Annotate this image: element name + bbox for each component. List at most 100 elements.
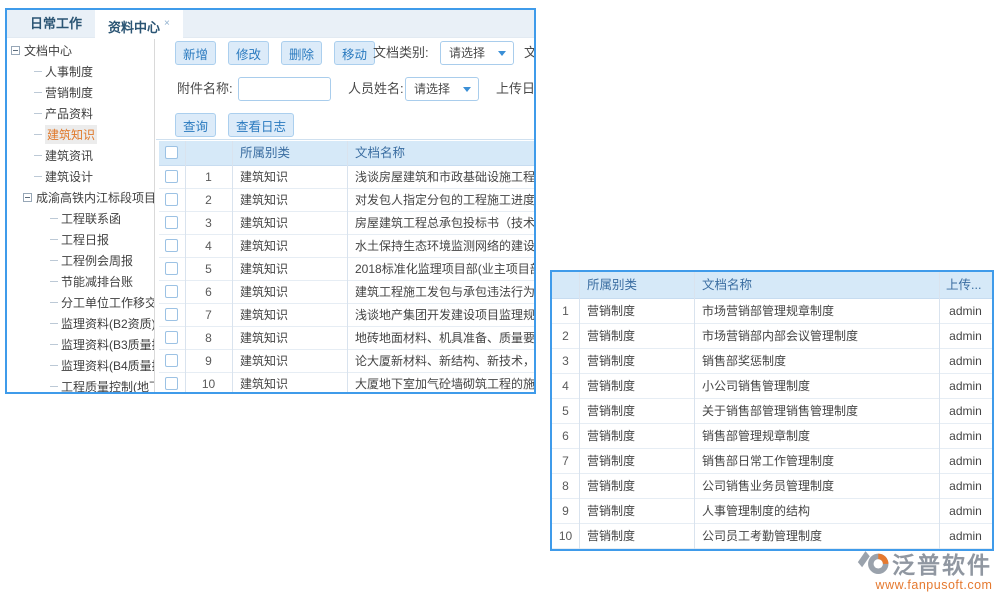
- tree-item[interactable]: 营销制度: [7, 82, 154, 103]
- table-row[interactable]: 6 建筑知识 建筑工程施工发包与承包违法行为认定...: [159, 281, 536, 304]
- collapse-icon[interactable]: [11, 46, 20, 55]
- person-name-select[interactable]: 请选择: [405, 77, 479, 101]
- tree-branch-icon: [50, 386, 58, 387]
- row-checkbox[interactable]: [165, 331, 178, 344]
- close-icon[interactable]: ×: [164, 18, 170, 29]
- row-category: 建筑知识: [240, 258, 288, 281]
- toolbar-button[interactable]: 删除: [281, 41, 322, 65]
- row-category: 营销制度: [587, 349, 635, 374]
- row-doc-name: 论大厦新材料、新结构、新技术，新工...: [355, 350, 536, 373]
- table-row[interactable]: 9 建筑知识 论大厦新材料、新结构、新技术，新工...: [159, 350, 536, 373]
- tree-item[interactable]: 监理资料(B2资质): [7, 313, 154, 334]
- table-row[interactable]: 7 建筑知识 浅谈地产集团开发建设项目监理规划编...: [159, 304, 536, 327]
- table-row[interactable]: 9 营销制度 人事管理制度的结构 admin: [552, 499, 992, 524]
- query-button[interactable]: 查询: [175, 113, 216, 137]
- row-doc-name: 浅谈房屋建筑和市政基础设施工程施工...: [355, 166, 536, 189]
- tree-item[interactable]: 工程联系函: [7, 208, 154, 229]
- tree-item[interactable]: 人事制度: [7, 61, 154, 82]
- select-all-checkbox[interactable]: [165, 146, 178, 159]
- tree-item[interactable]: 工程日报: [7, 229, 154, 250]
- row-category: 营销制度: [587, 499, 635, 524]
- row-index: 2: [552, 324, 579, 349]
- tree-item[interactable]: 建筑设计: [7, 166, 154, 187]
- row-index: 8: [185, 327, 232, 350]
- tab-data-center-label: 资料中心: [108, 20, 160, 35]
- doc-category-select[interactable]: 请选择: [440, 41, 514, 65]
- tree-item[interactable]: 建筑知识: [7, 124, 154, 145]
- table-row[interactable]: 6 营销制度 销售部管理规章制度 admin: [552, 424, 992, 449]
- row-index: 10: [552, 524, 579, 549]
- row-index: 6: [185, 281, 232, 304]
- table-row[interactable]: 7 营销制度 销售部日常工作管理制度 admin: [552, 449, 992, 474]
- row-doc-name: 大厦地下室加气砼墙砌筑工程的施工方...: [355, 373, 536, 392]
- row-index: 7: [552, 449, 579, 474]
- row-category: 营销制度: [587, 474, 635, 499]
- row-category: 营销制度: [587, 374, 635, 399]
- chevron-down-icon: [463, 87, 471, 92]
- row-checkbox[interactable]: [165, 216, 178, 229]
- toolbar-button[interactable]: 新增: [175, 41, 216, 65]
- tree-branch-icon: [50, 365, 58, 366]
- table-row[interactable]: 8 营销制度 公司销售业务员管理制度 admin: [552, 474, 992, 499]
- row-checkbox[interactable]: [165, 239, 178, 252]
- row-checkbox[interactable]: [165, 193, 178, 206]
- table-row[interactable]: 3 营销制度 销售部奖惩制度 admin: [552, 349, 992, 374]
- row-checkbox[interactable]: [165, 170, 178, 183]
- tree-item[interactable]: 节能减排台账: [7, 271, 154, 292]
- row-checkbox[interactable]: [165, 308, 178, 321]
- table-row[interactable]: 1 建筑知识 浅谈房屋建筑和市政基础设施工程施工...: [159, 166, 536, 189]
- row-doc-name: 市场营销部管理规章制度: [702, 299, 834, 324]
- tree-item[interactable]: 监理资料(B4质量控制): [7, 355, 154, 376]
- tab-daily-work[interactable]: 日常工作: [17, 10, 95, 38]
- tree-item[interactable]: 监理资料(B3质量控制): [7, 334, 154, 355]
- view-log-button[interactable]: 查看日志: [228, 113, 294, 137]
- table-row[interactable]: 5 营销制度 关于销售部管理销售管理制度 admin: [552, 399, 992, 424]
- table-row[interactable]: 5 建筑知识 2018标准化监理项目部(业主项目部)人员...: [159, 258, 536, 281]
- documents-table: 所属别类 文档名称 1 建筑知识 浅谈房屋建筑和市政基础设施工程施工... 2: [159, 141, 536, 392]
- tree-branch-icon: [50, 323, 58, 324]
- tree-item[interactable]: 产品资料: [7, 103, 154, 124]
- tree-item[interactable]: 建筑资讯: [7, 145, 154, 166]
- tab-data-center[interactable]: 资料中心 ×: [95, 10, 183, 38]
- row-index: 8: [552, 474, 579, 499]
- table-row[interactable]: 3 建筑知识 房屋建筑工程总承包投标书（技术标）...: [159, 212, 536, 235]
- person-name-label: 人员姓名:: [348, 77, 404, 101]
- table-row[interactable]: 2 营销制度 市场营销部内部会议管理制度 admin: [552, 324, 992, 349]
- table-row[interactable]: 4 建筑知识 水土保持生态环境监测网络的建设与资...: [159, 235, 536, 258]
- column-header-uploader: 上传...: [946, 272, 981, 299]
- tree-branch-icon: [34, 176, 42, 177]
- tree-branch-icon: [50, 344, 58, 345]
- row-uploader: admin: [939, 399, 992, 424]
- table-row[interactable]: 8 建筑知识 地砖地面材料、机具准备、质量要求及...: [159, 327, 536, 350]
- tree-item[interactable]: 文档中心: [7, 40, 154, 61]
- row-uploader: admin: [939, 424, 992, 449]
- row-uploader: admin: [939, 374, 992, 399]
- doc-category-label: 文档类别:: [373, 41, 429, 65]
- row-checkbox[interactable]: [165, 285, 178, 298]
- tree-branch-icon: [50, 260, 58, 261]
- tree-item[interactable]: 成渝高铁内江标段项目: [7, 187, 154, 208]
- row-checkbox[interactable]: [165, 262, 178, 275]
- tree-branch-icon: [50, 302, 58, 303]
- row-index: 5: [185, 258, 232, 281]
- brand-name: 泛普软件: [892, 546, 992, 580]
- tree-item[interactable]: 工程例会周报: [7, 250, 154, 271]
- table-row[interactable]: 10 建筑知识 大厦地下室加气砼墙砌筑工程的施工方...: [159, 373, 536, 392]
- collapse-icon[interactable]: [23, 193, 32, 202]
- table-row[interactable]: 1 营销制度 市场营销部管理规章制度 admin: [552, 299, 992, 324]
- toolbar-button[interactable]: 修改: [228, 41, 269, 65]
- attachment-name-input[interactable]: [238, 77, 331, 101]
- tree-item-label: 营销制度: [45, 84, 93, 101]
- toolbar-button[interactable]: 移动: [334, 41, 375, 65]
- table-row[interactable]: 4 营销制度 小公司销售管理制度 admin: [552, 374, 992, 399]
- document-center-window: 日常工作 资料中心× 文档中心 人事制: [5, 8, 536, 394]
- tree-branch-icon: [50, 281, 58, 282]
- row-doc-name: 建筑工程施工发包与承包违法行为认定...: [355, 281, 536, 304]
- table-row[interactable]: 2 建筑知识 对发包人指定分包的工程施工进度安排...: [159, 189, 536, 212]
- upload-date-label: 上传日期: [496, 77, 536, 101]
- row-checkbox[interactable]: [165, 377, 178, 390]
- tree-item[interactable]: 分工单位工作移交: [7, 292, 154, 313]
- row-index: 1: [552, 299, 579, 324]
- tree-item[interactable]: 工程质量控制(地下室): [7, 376, 154, 392]
- row-checkbox[interactable]: [165, 354, 178, 367]
